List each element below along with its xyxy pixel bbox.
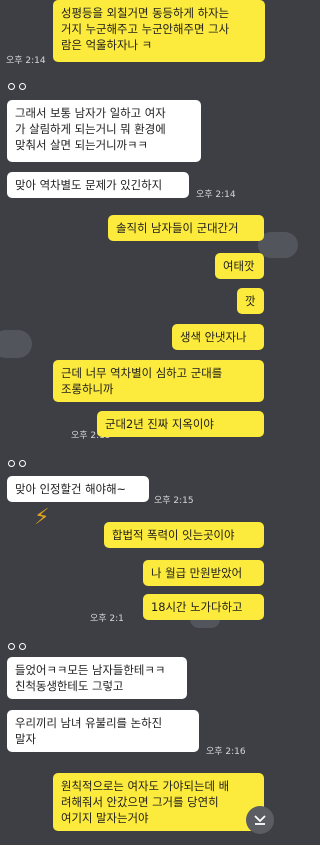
avatar xyxy=(8,460,32,470)
my-message-bubble: 원칙적으로는 여자도 가야되는데 배 려해줘서 안갔으면 그거를 당연히 여기지… xyxy=(53,773,264,831)
friend-message-bubble: 맞아 역차별도 문제가 있긴하지 xyxy=(7,172,189,198)
my-message-bubble: 여태깟 xyxy=(215,253,264,279)
my-message-bubble: 생색 안냇자나 xyxy=(172,324,264,350)
background-cloud xyxy=(258,232,298,258)
lightning-icon: ⚡ xyxy=(34,505,50,530)
avatar xyxy=(8,643,32,653)
my-message-bubble: 합법적 폭력이 잇는곳이야 xyxy=(104,522,264,548)
message-time: 오후 2:1 xyxy=(90,614,124,624)
friend-message-bubble: 맞아 인정할건 해야해~ xyxy=(7,476,149,502)
my-message-bubble: 근데 너무 역차별이 심하고 군대를 조롱하니까 xyxy=(53,360,264,402)
avatar xyxy=(8,83,32,93)
my-message-bubble: 깟 xyxy=(237,288,264,314)
message-time: 오후 2:14 xyxy=(6,56,46,66)
scroll-to-bottom-button[interactable] xyxy=(246,806,274,834)
message-time: 오후 2:15 xyxy=(154,496,194,506)
friend-message-bubble: 그래서 보통 남자가 일하고 여자 가 살림하게 되는거니 뭐 환경에 맞춰서 … xyxy=(7,100,201,162)
friend-message-bubble: 우리끼리 남녀 유불리를 논하진 말자 xyxy=(7,710,199,752)
message-time: 오후 2:16 xyxy=(206,747,246,757)
chevron-down-double-icon xyxy=(254,815,266,825)
my-message-bubble: 성평등을 외칠거면 동등하게 하자는 거지 누군해주고 누군안해주면 그사 람은… xyxy=(53,0,265,62)
my-message-bubble: 18시간 노가다하고 xyxy=(143,594,264,620)
background-cloud xyxy=(0,330,32,358)
message-time: 오후 2:14 xyxy=(196,190,236,200)
my-message-bubble: 나 월급 만원받았어 xyxy=(143,560,264,586)
my-message-bubble: 솔직히 남자들이 군대간거 xyxy=(108,215,264,241)
friend-message-bubble: 들었어ㅋㅋ모든 남자들한테ㅋㅋ 친척동생한테도 그렇고 xyxy=(7,657,187,699)
my-message-bubble: 군대2년 진짜 지옥이야 xyxy=(97,411,264,437)
